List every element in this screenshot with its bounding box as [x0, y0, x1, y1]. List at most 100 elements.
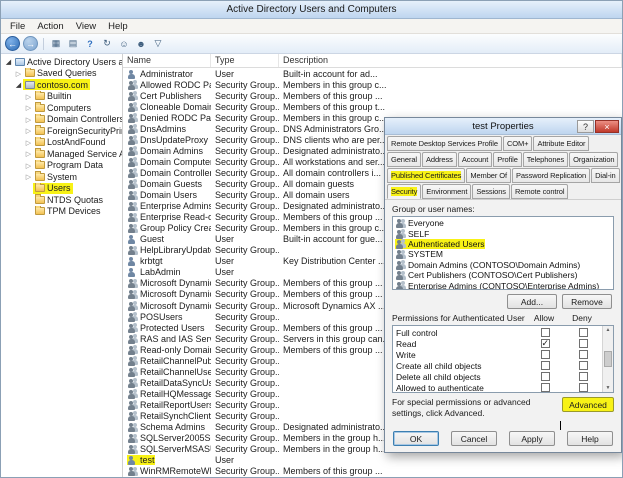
- dialog-title-bar[interactable]: test Properties ? ×: [385, 118, 621, 135]
- dialog-tab[interactable]: Remote Desktop Services Profile: [387, 136, 502, 151]
- Cloneable Domain Contr...[interactable]: Cloneable Domain Contr... Security Group…: [123, 101, 622, 112]
- dialog-tab[interactable]: COM+: [503, 136, 532, 151]
- menu-item[interactable]: Help: [102, 21, 134, 32]
- scrollbar-thumb[interactable]: [604, 351, 612, 367]
- tree-item[interactable]: Saved Queries: [1, 68, 122, 80]
- tree-item[interactable]: System: [1, 171, 122, 183]
- expander-icon[interactable]: [24, 148, 33, 159]
- column-header[interactable]: Name: [123, 54, 211, 67]
- new-group-icon[interactable]: ☻: [134, 37, 148, 51]
- dialog-tab[interactable]: Organization: [569, 152, 618, 167]
- expander-icon[interactable]: [24, 171, 33, 182]
- dialog-tab[interactable]: Security: [387, 184, 421, 199]
- expander-icon[interactable]: [24, 102, 33, 113]
- list-button[interactable]: Remove: [562, 294, 612, 309]
- dialog-close-icon[interactable]: ×: [595, 120, 619, 133]
- allow-checkbox[interactable]: [541, 350, 550, 359]
- dialog-button[interactable]: Apply: [509, 431, 555, 446]
- dialog-tab[interactable]: Telephones: [523, 152, 568, 167]
- dialog-button[interactable]: OK: [393, 431, 439, 446]
- expander-icon[interactable]: [14, 68, 23, 79]
- expander-icon[interactable]: [24, 160, 33, 171]
- test[interactable]: test User: [123, 455, 622, 466]
- WinRMRemoteWMIUsers...[interactable]: WinRMRemoteWMIUsers... Security Group...…: [123, 466, 622, 477]
- show-console-tree-icon[interactable]: ▦: [49, 37, 63, 51]
- tree-item[interactable]: Computers: [1, 102, 122, 114]
- allow-checkbox[interactable]: [541, 372, 550, 381]
- expander-icon[interactable]: [24, 114, 33, 125]
- new-user-icon[interactable]: ☺: [117, 37, 131, 51]
- dialog-tab[interactable]: Sessions: [472, 184, 510, 199]
- scroll-up-icon[interactable]: [606, 327, 611, 333]
- tree-item[interactable]: Managed Service Accou: [1, 148, 122, 160]
- forward-icon[interactable]: →: [23, 36, 38, 51]
- group-list-item[interactable]: Cert Publishers (CONTOSO\Cert Publishers…: [393, 270, 613, 280]
- back-icon[interactable]: ←: [5, 36, 20, 51]
- expander-icon[interactable]: [14, 79, 23, 90]
- object-name: LabAdmin: [140, 267, 181, 277]
- dialog-tab[interactable]: Remote control: [511, 184, 568, 199]
- help-icon[interactable]: ?: [83, 37, 97, 51]
- dialog-tab[interactable]: Address: [422, 152, 457, 167]
- group-list-item[interactable]: Enterprise Admins (CONTOSO\Enterprise Ad…: [393, 280, 613, 290]
- menu-item[interactable]: View: [70, 21, 102, 32]
- aduc-window: Active Directory Users and Computers Fil…: [0, 0, 623, 478]
- allow-checkbox[interactable]: [541, 328, 550, 337]
- dialog-tab[interactable]: Attribute Editor: [533, 136, 589, 151]
- allow-checkbox[interactable]: [541, 383, 550, 392]
- dialog-tab[interactable]: Member Of: [466, 168, 511, 183]
- column-header[interactable]: Type: [211, 54, 279, 67]
- expander-icon[interactable]: [24, 91, 33, 102]
- dialog-help-icon[interactable]: ?: [577, 120, 594, 133]
- deny-checkbox[interactable]: [579, 328, 588, 337]
- dialog-button[interactable]: Help: [567, 431, 613, 446]
- group-list-item[interactable]: SELF: [393, 228, 613, 238]
- dialog-button[interactable]: Cancel: [451, 431, 497, 446]
- title-bar[interactable]: Active Directory Users and Computers: [1, 1, 622, 19]
- menu-item[interactable]: File: [4, 21, 31, 32]
- deny-checkbox[interactable]: [579, 383, 588, 392]
- dialog-tab[interactable]: Published Certificates: [387, 168, 465, 183]
- group-list-item[interactable]: Authenticated Users: [393, 239, 613, 249]
- tree-item[interactable]: TPM Devices: [1, 206, 122, 218]
- expander-icon[interactable]: [24, 125, 33, 136]
- Allowed RODC Password ...[interactable]: Allowed RODC Password ... Security Group…: [123, 79, 622, 90]
- dialog-tab[interactable]: Environment: [422, 184, 471, 199]
- group-list-item[interactable]: Domain Admins (CONTOSO\Domain Admins): [393, 260, 613, 270]
- allow-checkbox[interactable]: [541, 361, 550, 370]
- column-header[interactable]: Description: [279, 54, 622, 67]
- deny-checkbox[interactable]: [579, 372, 588, 381]
- deny-checkbox[interactable]: [579, 350, 588, 359]
- tree-item[interactable]: Active Directory Users and Com: [1, 56, 122, 68]
- list-button[interactable]: Add...: [507, 294, 557, 309]
- advanced-button[interactable]: Advanced: [562, 397, 614, 412]
- menu-item[interactable]: Action: [31, 21, 69, 32]
- tree-item[interactable]: Domain Controllers: [1, 114, 122, 126]
- Administrator[interactable]: Administrator User Built-in account for …: [123, 68, 622, 79]
- deny-checkbox[interactable]: [579, 361, 588, 370]
- refresh-icon[interactable]: ↻: [100, 37, 114, 51]
- deny-checkbox[interactable]: [579, 339, 588, 348]
- dialog-tab[interactable]: Dial-in: [591, 168, 620, 183]
- Cert Publishers[interactable]: Cert Publishers Security Group... Member…: [123, 90, 622, 101]
- tree-item[interactable]: Users: [1, 183, 122, 195]
- tree-item[interactable]: Builtin: [1, 91, 122, 103]
- tree-item[interactable]: ForeignSecurityPrincipal: [1, 125, 122, 137]
- scrollbar[interactable]: [602, 326, 613, 392]
- tree-item[interactable]: Program Data: [1, 160, 122, 172]
- dialog-tab[interactable]: Profile: [493, 152, 522, 167]
- export-list-icon[interactable]: ▤: [66, 37, 80, 51]
- tree-item[interactable]: NTDS Quotas: [1, 194, 122, 206]
- tree-item[interactable]: LostAndFound: [1, 137, 122, 149]
- dialog-tab[interactable]: Password Replication: [512, 168, 590, 183]
- filter-icon[interactable]: ▽: [151, 37, 165, 51]
- expander-icon[interactable]: [24, 137, 33, 148]
- dialog-tab[interactable]: General: [387, 152, 421, 167]
- group-list-item[interactable]: SYSTEM: [393, 249, 613, 259]
- expander-icon[interactable]: [4, 56, 13, 67]
- dialog-tab[interactable]: Account: [458, 152, 492, 167]
- scroll-down-icon[interactable]: [606, 385, 611, 391]
- allow-checkbox[interactable]: [541, 339, 550, 348]
- tree-item[interactable]: contoso.com: [1, 79, 122, 91]
- group-list-item[interactable]: Everyone: [393, 218, 613, 228]
